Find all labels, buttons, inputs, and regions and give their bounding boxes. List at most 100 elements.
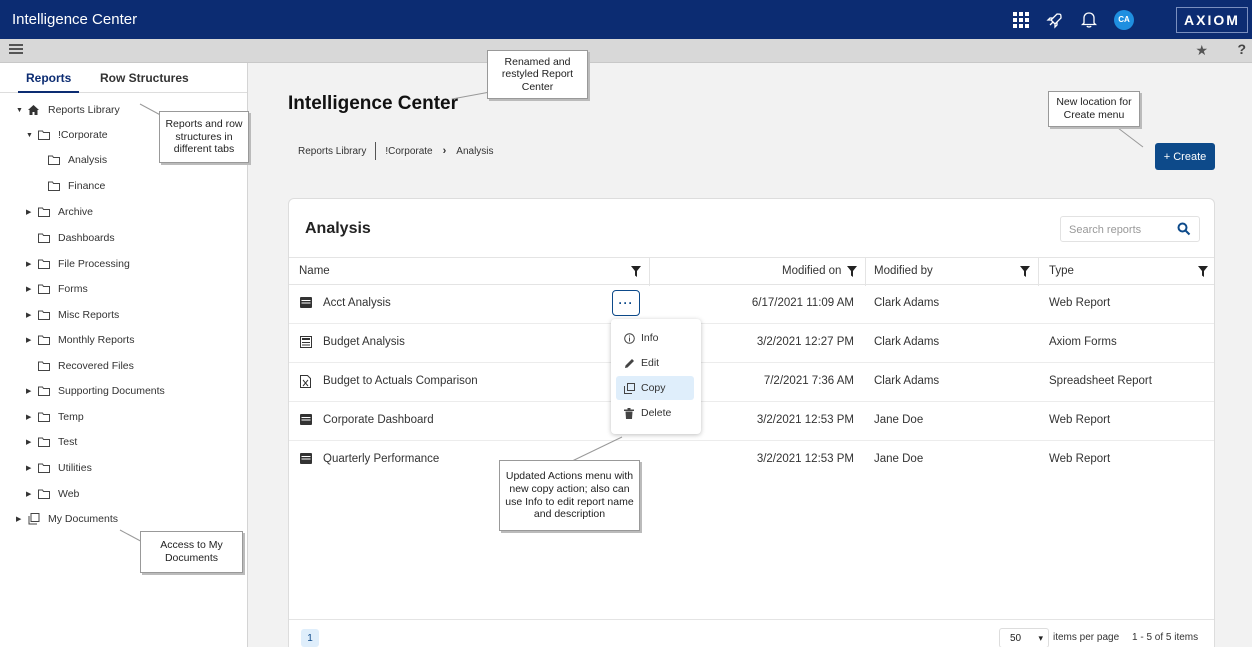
sidebar-tabs: Reports Row Structures <box>0 63 247 93</box>
page-title: Intelligence Center <box>288 93 458 114</box>
folder-icon <box>48 155 62 165</box>
expand-right-icon[interactable]: ▶ <box>26 490 38 498</box>
expand-right-icon[interactable]: ▶ <box>26 387 38 395</box>
row-name[interactable]: Acct Analysis <box>323 297 391 309</box>
folder-icon <box>38 412 52 422</box>
row-actions-button[interactable]: ··· <box>612 290 640 316</box>
tree-item-monthly-reports[interactable]: ▶ Monthly Reports <box>26 332 134 348</box>
folder-icon <box>38 310 52 320</box>
apps-grid-icon[interactable] <box>1012 11 1030 29</box>
expand-right-icon[interactable]: ▶ <box>26 260 38 268</box>
documents-icon <box>28 513 42 525</box>
tree-item-misc-reports[interactable]: ▶ Misc Reports <box>26 307 119 323</box>
tree-item-temp[interactable]: ▶ Temp <box>26 409 84 425</box>
expand-right-icon[interactable]: ▶ <box>26 311 38 319</box>
row-name[interactable]: Budget to Actuals Comparison <box>323 375 478 387</box>
expand-right-icon[interactable]: ▶ <box>26 413 38 421</box>
tree-item-test[interactable]: ▶ Test <box>26 434 77 450</box>
expand-right-icon[interactable]: ▶ <box>26 438 38 446</box>
callout-actions: Updated Actions menu with new copy actio… <box>499 460 640 531</box>
tree-item-archive[interactable]: ▶ Archive <box>26 204 93 220</box>
tab-row-structures[interactable]: Row Structures <box>100 71 189 85</box>
search-placeholder: Search reports <box>1069 224 1142 236</box>
help-icon[interactable]: ? <box>1237 41 1246 57</box>
tree-item-finance[interactable]: Finance <box>48 178 105 194</box>
create-button[interactable]: + Create <box>1155 143 1215 170</box>
page-number-button[interactable]: 1 <box>301 629 319 647</box>
tree-item-recovered-files[interactable]: Recovered Files <box>38 358 134 374</box>
top-bar: Intelligence Center CA AXIOM <box>0 0 1252 39</box>
app-title: Intelligence Center <box>12 11 138 28</box>
per-page-value: 50 <box>1010 632 1022 644</box>
filter-icon[interactable] <box>847 266 857 277</box>
row-type: Spreadsheet Report <box>1049 375 1152 387</box>
row-modified-by: Jane Doe <box>874 453 924 465</box>
menu-item-copy[interactable]: Copy <box>616 376 694 400</box>
rocket-icon[interactable] <box>1046 11 1064 29</box>
row-name[interactable]: Quarterly Performance <box>323 453 439 465</box>
search-input[interactable]: Search reports <box>1060 216 1200 242</box>
table-row[interactable]: Quarterly Performance 3/2/2021 12:53 PM … <box>289 441 1214 480</box>
menu-item-edit[interactable]: Edit <box>616 351 694 375</box>
breadcrumb-item-analysis[interactable]: Analysis <box>456 146 493 157</box>
menu-item-info[interactable]: Info <box>616 326 694 350</box>
row-modified-on: 3/2/2021 12:53 PM <box>756 414 854 426</box>
table-row[interactable]: Budget Analysis 3/2/2021 12:27 PM Clark … <box>289 324 1214 363</box>
expand-right-icon[interactable]: ▶ <box>26 336 38 344</box>
folder-icon <box>48 181 62 191</box>
folder-icon <box>38 361 52 371</box>
expand-right-icon[interactable]: ▶ <box>26 285 38 293</box>
column-header-name[interactable]: Name <box>299 265 330 277</box>
items-count: 1 - 5 of 5 items <box>1132 632 1199 643</box>
breadcrumb-item-reports-library[interactable]: Reports Library <box>298 146 366 157</box>
search-icon[interactable] <box>1177 222 1191 236</box>
folder-icon <box>38 386 52 396</box>
column-header-modified-by[interactable]: Modified by <box>874 265 933 277</box>
row-type: Web Report <box>1049 414 1111 426</box>
tree-item-dashboards[interactable]: Dashboards <box>38 230 115 246</box>
expand-down-icon[interactable]: ▼ <box>26 132 38 139</box>
bell-icon[interactable] <box>1080 11 1098 29</box>
folder-icon <box>38 207 52 217</box>
folder-icon <box>38 284 52 294</box>
row-type: Web Report <box>1049 453 1111 465</box>
expand-right-icon[interactable]: ▶ <box>26 464 38 472</box>
expand-down-icon[interactable]: ▼ <box>16 107 28 114</box>
table-row[interactable]: Acct Analysis 6/17/2021 11:09 AM Clark A… <box>289 285 1214 324</box>
folder-icon <box>38 463 52 473</box>
tree-label: Archive <box>58 206 94 218</box>
actions-context-menu: Info Edit Copy Delete <box>611 319 701 434</box>
filter-icon[interactable] <box>1020 266 1030 277</box>
tree-item-web[interactable]: ▶ Web <box>26 486 79 502</box>
menu-item-delete[interactable]: Delete <box>616 401 694 425</box>
tree-item-forms[interactable]: ▶ Forms <box>26 281 88 297</box>
table-row[interactable]: Budget to Actuals Comparison 7/2/2021 7:… <box>289 363 1214 402</box>
expand-right-icon[interactable]: ▶ <box>26 208 38 216</box>
items-per-page-select[interactable]: 50 ▾ <box>999 628 1049 647</box>
filter-icon[interactable] <box>631 266 641 277</box>
tree-item-my-documents[interactable]: ▶ My Documents <box>16 511 118 527</box>
menu-item-label: Edit <box>641 357 660 369</box>
expand-right-icon[interactable]: ▶ <box>16 515 28 523</box>
tree-label: Analysis <box>68 154 108 166</box>
tree-label: !Corporate <box>58 129 108 141</box>
tree-item-file-processing[interactable]: ▶ File Processing <box>26 256 130 272</box>
tree-item-analysis[interactable]: Analysis <box>48 152 107 168</box>
column-header-type[interactable]: Type <box>1049 265 1074 277</box>
row-name[interactable]: Corporate Dashboard <box>323 414 434 426</box>
tree-item-utilities[interactable]: ▶ Utilities <box>26 460 92 476</box>
row-name[interactable]: Budget Analysis <box>323 336 405 348</box>
filter-icon[interactable] <box>1198 266 1208 277</box>
tree-item-supporting-documents[interactable]: ▶ Supporting Documents <box>26 383 165 399</box>
favorites-star-icon[interactable]: ★ <box>1195 42 1208 59</box>
table-row[interactable]: Corporate Dashboard 3/2/2021 12:53 PM Ja… <box>289 402 1214 441</box>
folder-icon <box>38 437 52 447</box>
breadcrumb-item-corporate[interactable]: !Corporate <box>385 146 432 157</box>
tree-item-corporate[interactable]: ▼ !Corporate <box>26 127 108 143</box>
tab-reports[interactable]: Reports <box>17 71 80 93</box>
column-header-modified-on[interactable]: Modified on <box>782 265 841 277</box>
user-avatar[interactable]: CA <box>1114 9 1134 30</box>
hamburger-menu-icon[interactable] <box>9 43 25 59</box>
row-modified-on: 3/2/2021 12:53 PM <box>756 453 854 465</box>
tree-item-reports-library[interactable]: ▼ Reports Library <box>16 102 120 118</box>
